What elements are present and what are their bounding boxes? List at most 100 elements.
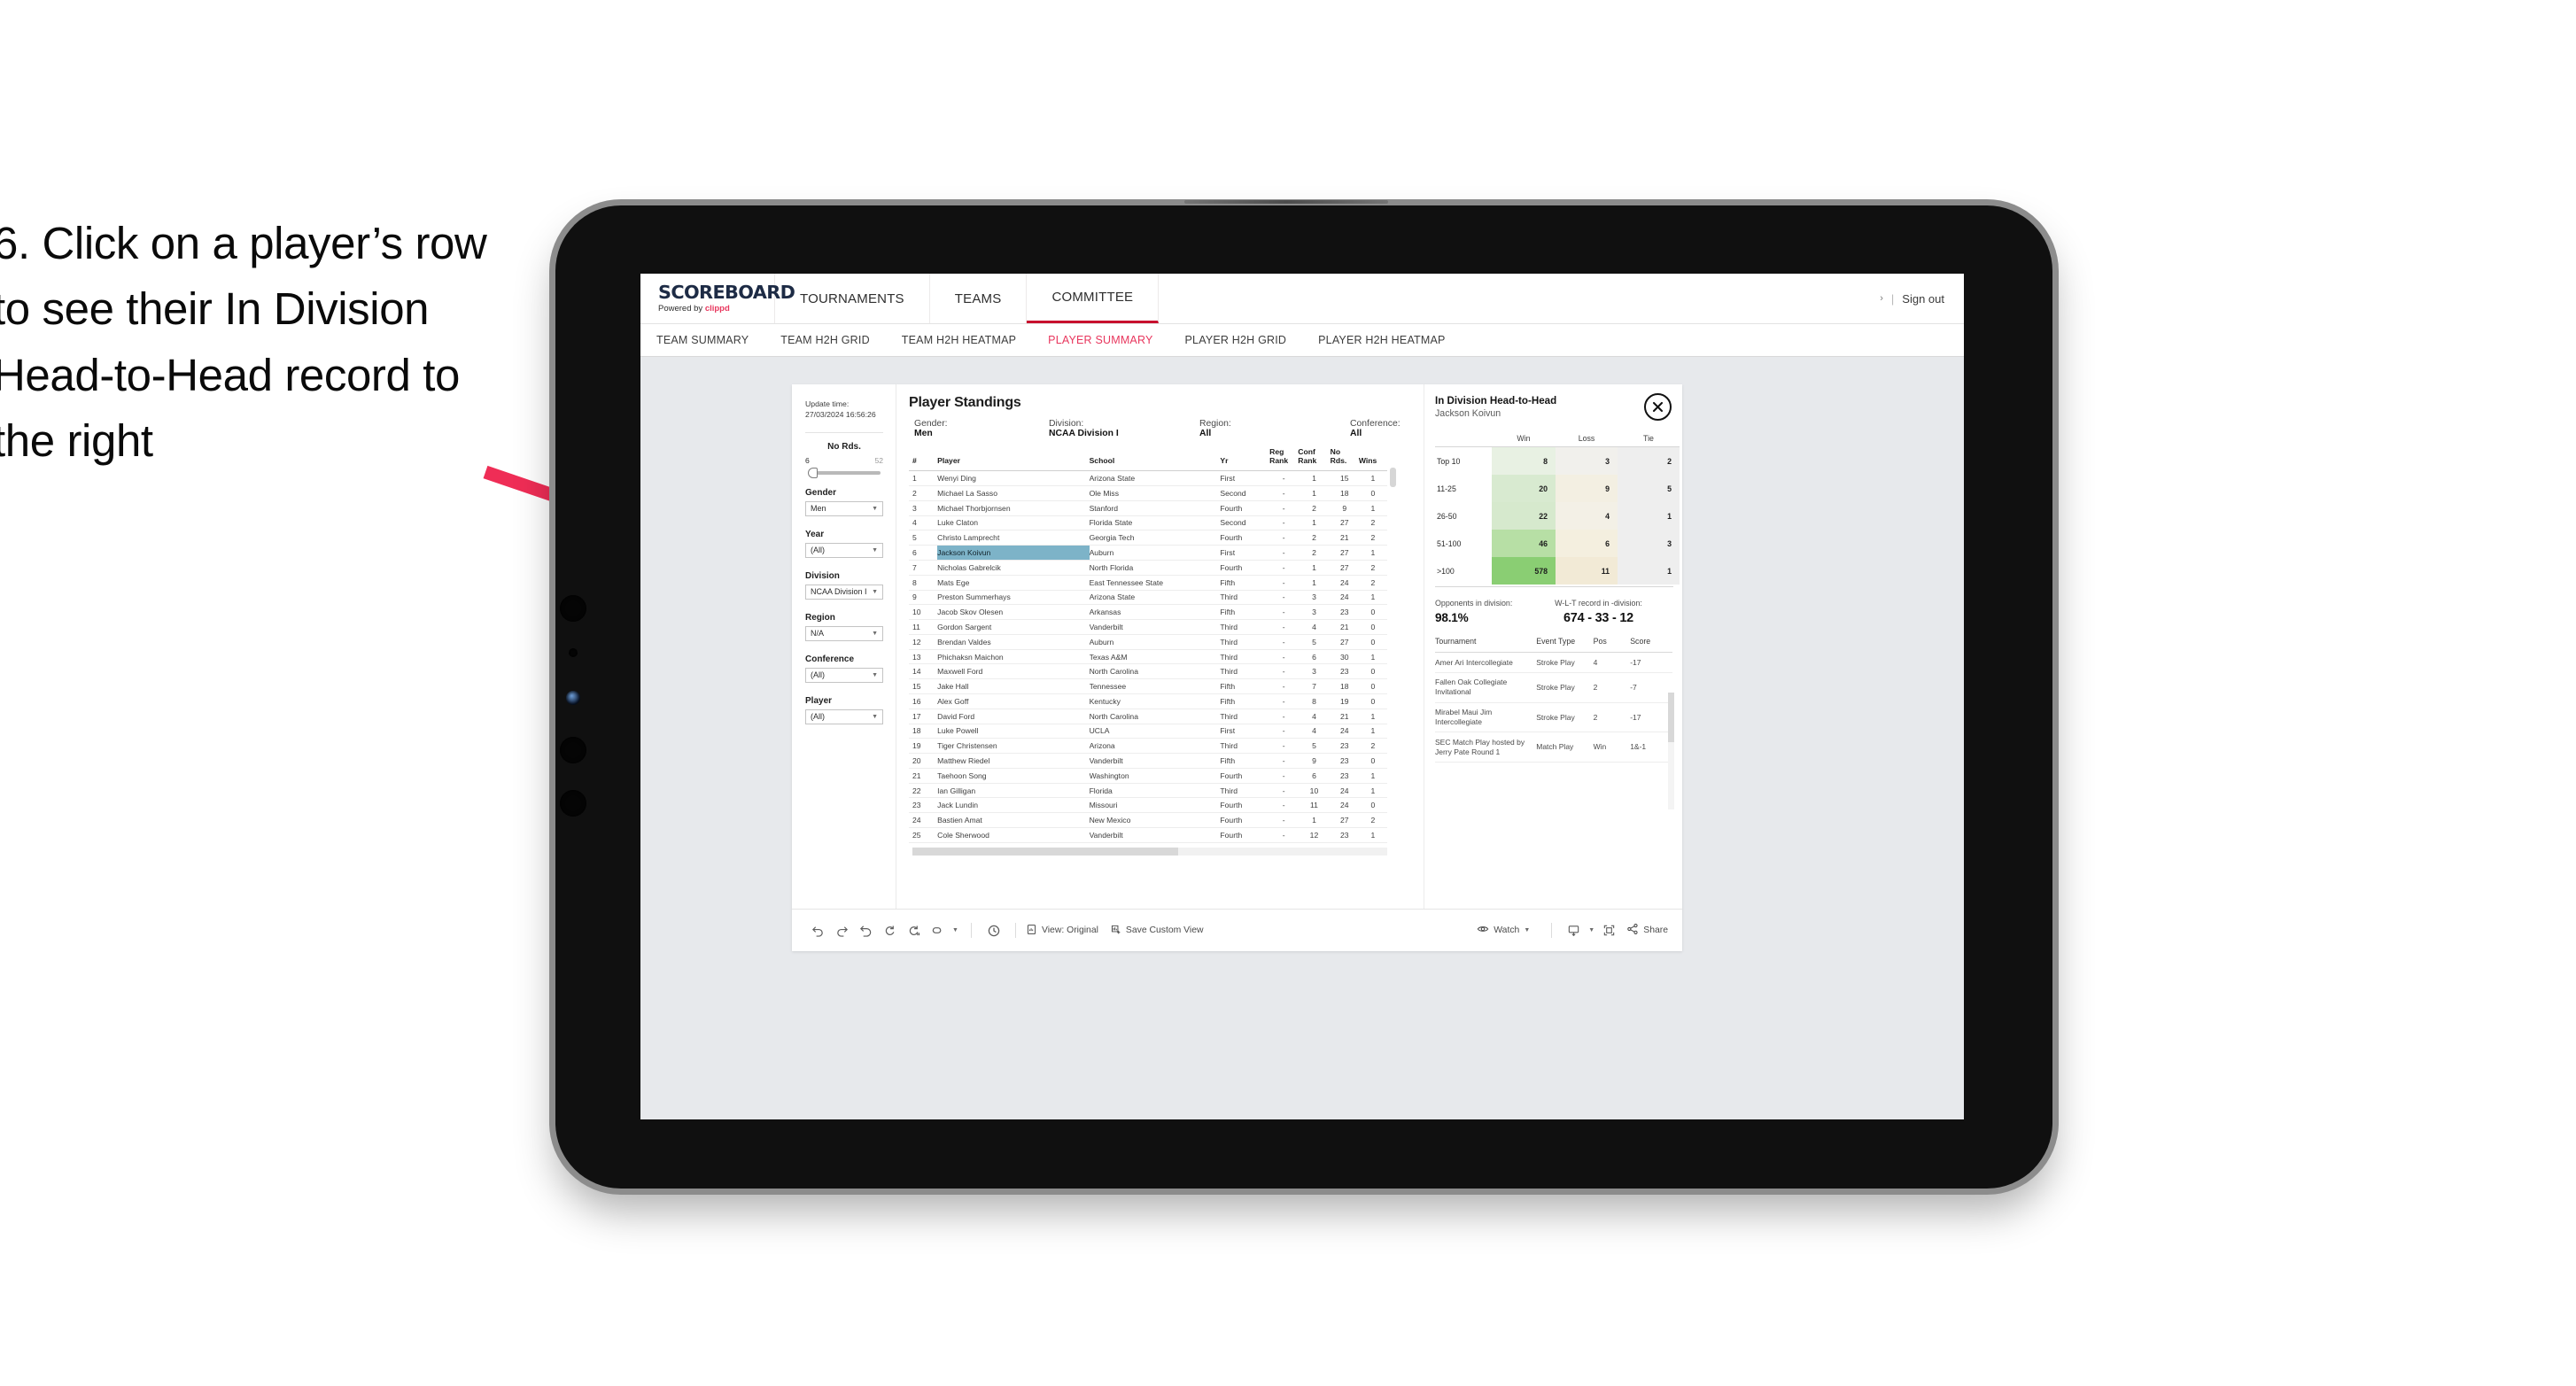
h2h-body: Top 10 8 3 2 11-25 20 9 5 26-50 22 4 1 51-100 46 6 3 >10… [1435, 446, 1680, 585]
filter-conference-select[interactable]: (All) ▼ [805, 667, 883, 683]
fullscreen-icon[interactable] [1597, 918, 1621, 942]
save-view-icon [1110, 924, 1121, 938]
table-row[interactable]: 11 Gordon Sargent Vanderbilt Third -4 21 0 [909, 619, 1387, 635]
table-row[interactable]: 10 Jacob Skov Olesen Arkansas Fifth -3 23 0 [909, 604, 1387, 621]
revert-icon[interactable] [854, 918, 878, 942]
meta-division: Division: NCAA Division I [1049, 419, 1199, 438]
nav-tab-teams[interactable]: TEAMS [930, 274, 1028, 323]
download-icon[interactable] [1562, 918, 1586, 942]
standings-vertical-scrollbar[interactable] [1390, 468, 1396, 487]
cell-reg-rank: - [1269, 708, 1299, 724]
view-original-button[interactable]: View: Original [1026, 924, 1098, 938]
pause-icon[interactable] [902, 918, 926, 942]
cell-rank: 1 [909, 470, 938, 487]
table-row[interactable]: 2 Michael La Sasso Ole Miss Second -1 18 0 [909, 485, 1387, 501]
table-row[interactable]: 1 Wenyi Ding Arizona State First -1 15 1 [909, 470, 1387, 487]
table-row[interactable]: 15 Jake Hall Tennessee Fifth -7 18 0 [909, 678, 1387, 694]
table-row[interactable]: 12 Brendan Valdes Auburn Third -5 27 0 [909, 634, 1387, 650]
filter-division-select[interactable]: NCAA Division I ▼ [805, 584, 883, 600]
cell-yr: Fifth [1220, 693, 1270, 709]
h2h-tie-cell: 3 [1618, 530, 1680, 557]
nav-tab-tournaments[interactable]: TOURNAMENTS [775, 274, 930, 323]
dropdown-caret[interactable]: ▼ [950, 918, 961, 942]
table-row[interactable]: 4 Luke Claton Florida State Second -1 27 2 [909, 515, 1387, 531]
refresh-icon[interactable] [878, 918, 902, 942]
alerts-icon[interactable] [982, 918, 1005, 942]
slider-track[interactable] [808, 467, 881, 478]
filter-region-select[interactable]: N/A ▼ [805, 625, 883, 641]
update-time: Update time: 27/03/2024 16:56:26 [805, 399, 883, 421]
sign-out-link[interactable]: Sign out [1902, 292, 1944, 306]
download-caret[interactable]: ▼ [1586, 918, 1597, 942]
table-row[interactable]: 22 Ian Gilligan Florida Third -10 24 1 [909, 783, 1387, 799]
table-row[interactable]: 17 David Ford North Carolina Third -4 21 1 [909, 708, 1387, 724]
h2h-loss-cell: 4 [1556, 502, 1618, 530]
table-row[interactable]: 24 Bastien Amat New Mexico Fourth -1 27 2 [909, 812, 1387, 828]
table-row[interactable]: 21 Taehoon Song Washington Fourth -6 23 1 [909, 768, 1387, 784]
cell-conf-rank: 4 [1298, 724, 1331, 739]
tournament-row[interactable]: SEC Match Play hosted by Jerry Pate Roun… [1435, 732, 1672, 763]
cell-yr: Third [1220, 634, 1270, 650]
subtab-team-h2h-grid[interactable]: TEAM H2H GRID [780, 334, 889, 346]
cell-yr: Third [1220, 663, 1270, 680]
table-row[interactable]: 19 Tiger Christensen Arizona Third -5 23 2 [909, 738, 1387, 755]
save-custom-view-button[interactable]: Save Custom View [1110, 924, 1204, 938]
table-row[interactable]: 9 Preston Summerhays Arizona State Third -3 2… [909, 590, 1387, 606]
cell-rank: 20 [909, 753, 938, 769]
cell-reg-rank: - [1269, 515, 1299, 531]
nav-tab-committee[interactable]: COMMITTEE [1027, 274, 1160, 323]
cell-score: -17 [1630, 652, 1672, 673]
table-row[interactable]: 18 Luke Powell UCLA First -4 24 1 [909, 724, 1387, 739]
table-row[interactable]: 16 Alex Goff Kentucky Fifth -8 19 0 [909, 693, 1387, 709]
no-rounds-slider[interactable]: No Rds. 6 52 [805, 442, 883, 478]
cell-player: Alex Goff [937, 693, 1090, 709]
slider-handle[interactable] [808, 467, 818, 478]
table-row[interactable]: 3 Michael Thorbjornsen Stanford Fourth -2 9 1 [909, 500, 1387, 516]
tournaments-scrollbar[interactable] [1668, 693, 1674, 742]
subtab-team-summary[interactable]: TEAM SUMMARY [656, 334, 768, 346]
redo-icon[interactable] [830, 918, 854, 942]
watch-button[interactable]: Watch ▼ [1477, 923, 1530, 938]
subtab-player-h2h-grid[interactable]: PLAYER H2H GRID [1185, 334, 1307, 346]
filter-year-select[interactable]: (All) ▼ [805, 542, 883, 558]
cell-school: Florida State [1089, 515, 1221, 531]
cell-rank: 21 [909, 768, 938, 784]
cell-rank: 12 [909, 634, 938, 650]
filter-conference-value: (All) [811, 670, 825, 680]
cell-yr: Third [1220, 590, 1270, 606]
table-row[interactable]: 8 Mats Ege East Tennessee State Fifth -1 24 2 [909, 575, 1387, 591]
table-row[interactable]: 25 Cole Sherwood Vanderbilt Fourth -12 23 1 [909, 827, 1387, 843]
filter-gender-select[interactable]: Men ▼ [805, 500, 883, 516]
cell-pos: 2 [1593, 672, 1631, 703]
table-row[interactable]: 5 Christo Lamprecht Georgia Tech Fourth -2 21… [909, 530, 1387, 546]
cell-no-rds: 24 [1330, 797, 1359, 814]
cell-conf-rank: 2 [1298, 545, 1331, 561]
table-row[interactable]: 6 Jackson Koivun Auburn First -2 27 1 [909, 545, 1387, 561]
subtab-team-h2h-heatmap[interactable]: TEAM H2H HEATMAP [902, 334, 1036, 346]
table-row[interactable]: 23 Jack Lundin Missouri Fourth -11 24 0 [909, 797, 1387, 814]
table-row[interactable]: 14 Maxwell Ford North Carolina Third -3 23 0 [909, 663, 1387, 680]
toolbar-divider-1 [971, 923, 972, 938]
highlight-icon[interactable] [926, 918, 950, 942]
filter-player-select[interactable]: (All) ▼ [805, 708, 883, 724]
tournament-row[interactable]: Mirabel Maui Jim Intercollegiate Stroke P… [1435, 702, 1672, 733]
dashboard-card: Update time: 27/03/2024 16:56:26 No Rds.… [792, 384, 1682, 951]
tournament-row[interactable]: Fallen Oak Collegiate Invitational Stroke… [1435, 672, 1672, 703]
share-button[interactable]: Share [1626, 923, 1668, 938]
close-icon[interactable] [1644, 393, 1672, 421]
cell-conf-rank: 8 [1298, 693, 1331, 709]
subtab-player-h2h-heatmap[interactable]: PLAYER H2H HEATMAP [1318, 334, 1464, 346]
cell-player: Maxwell Ford [937, 663, 1090, 680]
tournament-row[interactable]: Amer Ari Intercollegiate Stroke Play 4 -17 [1435, 652, 1672, 673]
h2h-win-cell: 22 [1492, 502, 1556, 530]
table-row[interactable]: 13 Phichaksn Maichon Texas A&M Third -6 30 1 [909, 649, 1387, 665]
h2h-col-tie: Tie [1618, 433, 1680, 447]
table-row[interactable]: 20 Matthew Riedel Vanderbilt Fifth -9 23 0 [909, 753, 1387, 769]
subtab-player-summary[interactable]: PLAYER SUMMARY [1048, 334, 1172, 346]
cell-yr: Fifth [1220, 753, 1270, 769]
table-row[interactable]: 7 Nicholas Gabrelcik North Florida Fourth -1… [909, 560, 1387, 576]
standings-horizontal-scrollbar[interactable] [912, 847, 1387, 856]
share-icon [1626, 923, 1639, 938]
undo-icon[interactable] [806, 918, 830, 942]
cell-rank: 19 [909, 738, 938, 755]
